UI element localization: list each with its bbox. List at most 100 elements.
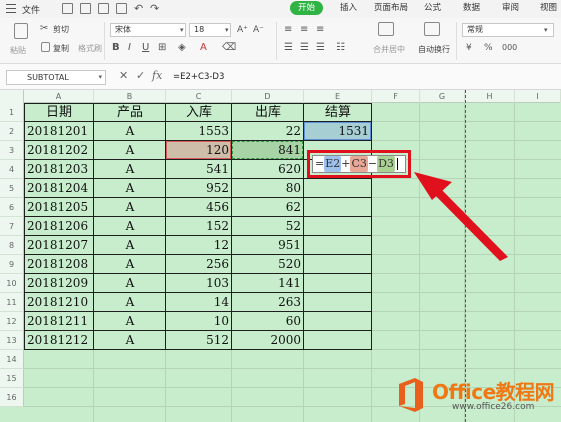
- distribute-icon[interactable]: ☷: [336, 42, 345, 54]
- increase-font-icon[interactable]: A⁺: [237, 24, 248, 36]
- table-cell-settle[interactable]: [304, 293, 372, 312]
- table-cell-out[interactable]: 52: [232, 217, 304, 236]
- chevron-down-icon[interactable]: ▾: [98, 71, 102, 84]
- table-cell-date[interactable]: 20181208: [24, 255, 94, 274]
- table-cell-date[interactable]: 20181209: [24, 274, 94, 293]
- chevron-down-icon[interactable]: ▾: [544, 24, 548, 36]
- table-cell-out[interactable]: 620: [232, 160, 304, 179]
- fill-color-icon[interactable]: ◈: [178, 42, 186, 54]
- column-header-h[interactable]: H: [465, 90, 515, 103]
- row-header-9[interactable]: 9: [0, 255, 24, 274]
- underline-icon[interactable]: U: [142, 42, 149, 54]
- cancel-icon[interactable]: ✕: [119, 69, 128, 82]
- row-header-4[interactable]: 4: [0, 160, 24, 179]
- table-cell-in[interactable]: 10: [166, 312, 232, 331]
- table-cell-date[interactable]: 20181206: [24, 217, 94, 236]
- table-cell-in[interactable]: 120: [166, 141, 232, 160]
- tab-home[interactable]: 开始: [290, 1, 324, 15]
- cut-icon[interactable]: ✂: [40, 23, 48, 35]
- column-header-d[interactable]: D: [232, 90, 304, 103]
- table-cell-product[interactable]: A: [94, 274, 166, 293]
- table-cell-product[interactable]: A: [94, 255, 166, 274]
- redo-icon[interactable]: ↷: [150, 3, 159, 15]
- table-cell-product[interactable]: A: [94, 217, 166, 236]
- row-header-5[interactable]: 5: [0, 179, 24, 198]
- table-cell-out[interactable]: 951: [232, 236, 304, 255]
- table-header-cell[interactable]: 结算: [304, 103, 372, 122]
- file-menu[interactable]: 文件: [22, 3, 40, 16]
- tab-formulas[interactable]: 公式: [424, 1, 441, 15]
- print-icon[interactable]: [80, 3, 91, 14]
- tab-insert[interactable]: 插入: [340, 1, 357, 15]
- column-header-g[interactable]: G: [420, 90, 465, 103]
- table-cell-out[interactable]: 841: [232, 141, 304, 160]
- table-cell-out[interactable]: 2000: [232, 331, 304, 350]
- row-header-14[interactable]: 14: [0, 350, 24, 369]
- cut-button[interactable]: 剪切: [53, 24, 69, 35]
- export-icon[interactable]: [116, 3, 127, 14]
- row-header-6[interactable]: 6: [0, 198, 24, 217]
- tab-data[interactable]: 数据: [463, 1, 480, 15]
- table-cell-product[interactable]: A: [94, 160, 166, 179]
- column-header-a[interactable]: A: [24, 90, 94, 103]
- spreadsheet-grid[interactable]: ABCDEFGHI 1 2 3 4 5 6 7 8 9 10 11 12 13 14 15 16 日期 产品 入库…: [0, 90, 561, 422]
- row-header-7[interactable]: 7: [0, 217, 24, 236]
- row-header-12[interactable]: 12: [0, 312, 24, 331]
- table-cell-date[interactable]: 20181201: [24, 122, 94, 141]
- bold-icon[interactable]: B: [112, 42, 120, 54]
- row-header-1[interactable]: 1: [0, 103, 24, 122]
- insert-function-icon[interactable]: fx: [152, 69, 162, 82]
- clear-format-icon[interactable]: ⌫: [222, 42, 236, 54]
- chevron-down-icon[interactable]: ▾: [225, 24, 229, 36]
- tab-view[interactable]: 视图: [540, 1, 557, 15]
- table-cell-out[interactable]: 60: [232, 312, 304, 331]
- copy-icon[interactable]: [41, 42, 50, 52]
- table-cell-in[interactable]: 541: [166, 160, 232, 179]
- table-cell-date[interactable]: 20181207: [24, 236, 94, 255]
- align-middle-icon[interactable]: ≡: [300, 24, 308, 36]
- table-cell-out[interactable]: 141: [232, 274, 304, 293]
- format-painter-button[interactable]: 格式刷: [78, 43, 102, 54]
- table-cell-in[interactable]: 103: [166, 274, 232, 293]
- align-top-icon[interactable]: ≡: [284, 24, 292, 36]
- table-cell-out[interactable]: 22: [232, 122, 304, 141]
- table-cell-out[interactable]: 80: [232, 179, 304, 198]
- table-cell-in[interactable]: 952: [166, 179, 232, 198]
- merge-center-icon[interactable]: [378, 22, 394, 36]
- table-cell-date[interactable]: 20181202: [24, 141, 94, 160]
- decrease-font-icon[interactable]: A⁻: [253, 24, 264, 36]
- column-header-c[interactable]: C: [166, 90, 232, 103]
- row-header-8[interactable]: 8: [0, 236, 24, 255]
- table-cell-product[interactable]: A: [94, 141, 166, 160]
- table-cell-product[interactable]: A: [94, 179, 166, 198]
- paste-button[interactable]: 粘贴: [10, 45, 26, 56]
- align-bottom-icon[interactable]: ≡: [316, 24, 324, 36]
- column-header-e[interactable]: E: [304, 90, 372, 103]
- table-cell-in[interactable]: 512: [166, 331, 232, 350]
- table-cell-out[interactable]: 62: [232, 198, 304, 217]
- cell-editor[interactable]: =E2+C3−D3: [312, 155, 406, 173]
- chevron-down-icon[interactable]: ▾: [180, 24, 184, 36]
- column-header-b[interactable]: B: [94, 90, 166, 103]
- save-icon[interactable]: [62, 3, 73, 14]
- percent-icon[interactable]: %: [484, 42, 493, 54]
- currency-icon[interactable]: ¥: [466, 42, 472, 54]
- table-cell-out[interactable]: 263: [232, 293, 304, 312]
- table-cell-product[interactable]: A: [94, 236, 166, 255]
- table-cell-in[interactable]: 1553: [166, 122, 232, 141]
- table-cell-date[interactable]: 20181203: [24, 160, 94, 179]
- table-cell-out[interactable]: 520: [232, 255, 304, 274]
- row-header-2[interactable]: 2: [0, 122, 24, 141]
- table-cell-product[interactable]: A: [94, 122, 166, 141]
- wrap-text-button[interactable]: 自动换行: [418, 44, 450, 55]
- italic-icon[interactable]: I: [128, 42, 131, 54]
- font-color-icon[interactable]: A: [200, 42, 207, 54]
- align-center-icon[interactable]: ☰: [300, 42, 309, 54]
- menu-icon[interactable]: [6, 4, 16, 13]
- table-cell-settle[interactable]: [304, 255, 372, 274]
- table-cell-settle[interactable]: [304, 312, 372, 331]
- number-format-select[interactable]: 常规: [462, 23, 554, 37]
- wrap-text-icon[interactable]: [424, 22, 440, 36]
- align-left-icon[interactable]: ☰: [284, 42, 293, 54]
- table-cell-date[interactable]: 20181205: [24, 198, 94, 217]
